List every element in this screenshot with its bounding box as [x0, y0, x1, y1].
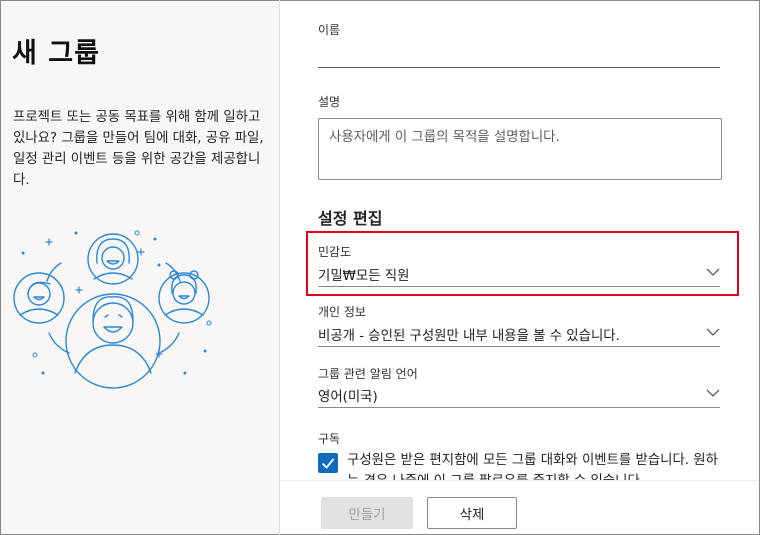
name-input[interactable] [318, 44, 720, 68]
delete-button[interactable]: 삭제 [427, 497, 517, 529]
panel-description: 프로젝트 또는 공동 목표를 위해 함께 일하고 있나요? 그룹을 만들어 팀에… [13, 110, 264, 188]
description-label: 설명 [318, 95, 341, 109]
privacy-label: 개인 정보 [318, 305, 366, 319]
privacy-value: 비공개 - 승인된 구성원만 내부 내용을 볼 수 있습니다. [318, 329, 620, 344]
sensitivity-dropdown[interactable]: 기밀₩모든 직원 [318, 261, 720, 287]
sensitivity-value: 기밀₩모든 직원 [318, 269, 410, 284]
checkmark-icon [321, 458, 335, 469]
chevron-down-icon [706, 389, 720, 397]
group-illustration [13, 230, 212, 389]
subscribe-checkbox[interactable] [318, 453, 338, 473]
sensitivity-label: 민감도 [318, 245, 352, 259]
language-label: 그룹 관련 알림 언어 [318, 367, 418, 381]
dialog-footer: 만들기 삭제 [280, 480, 758, 534]
chevron-down-icon [706, 268, 720, 276]
page-title: 새 그룹 [12, 38, 100, 69]
language-dropdown[interactable]: 영어(미국) [318, 382, 720, 408]
name-label: 이름 [318, 23, 341, 37]
chevron-down-icon [706, 328, 720, 336]
description-input[interactable]: 사용자에게 이 그룹의 목적을 설명합니다. [318, 118, 722, 180]
language-value: 영어(미국) [318, 390, 378, 405]
privacy-dropdown[interactable]: 비공개 - 승인된 구성원만 내부 내용을 볼 수 있습니다. [318, 321, 720, 347]
subscribe-label: 구독 [318, 432, 341, 446]
settings-heading: 설정 편집 [318, 209, 383, 228]
info-panel: 새 그룹 프로젝트 또는 공동 목표를 위해 함께 일하고 있나요? 그룹을 만… [1, 1, 279, 534]
create-button[interactable]: 만들기 [321, 497, 413, 529]
group-form: 이름 설명 사용자에게 이 그룹의 목적을 설명합니다. 설정 편집 민감도 기… [280, 0, 758, 489]
